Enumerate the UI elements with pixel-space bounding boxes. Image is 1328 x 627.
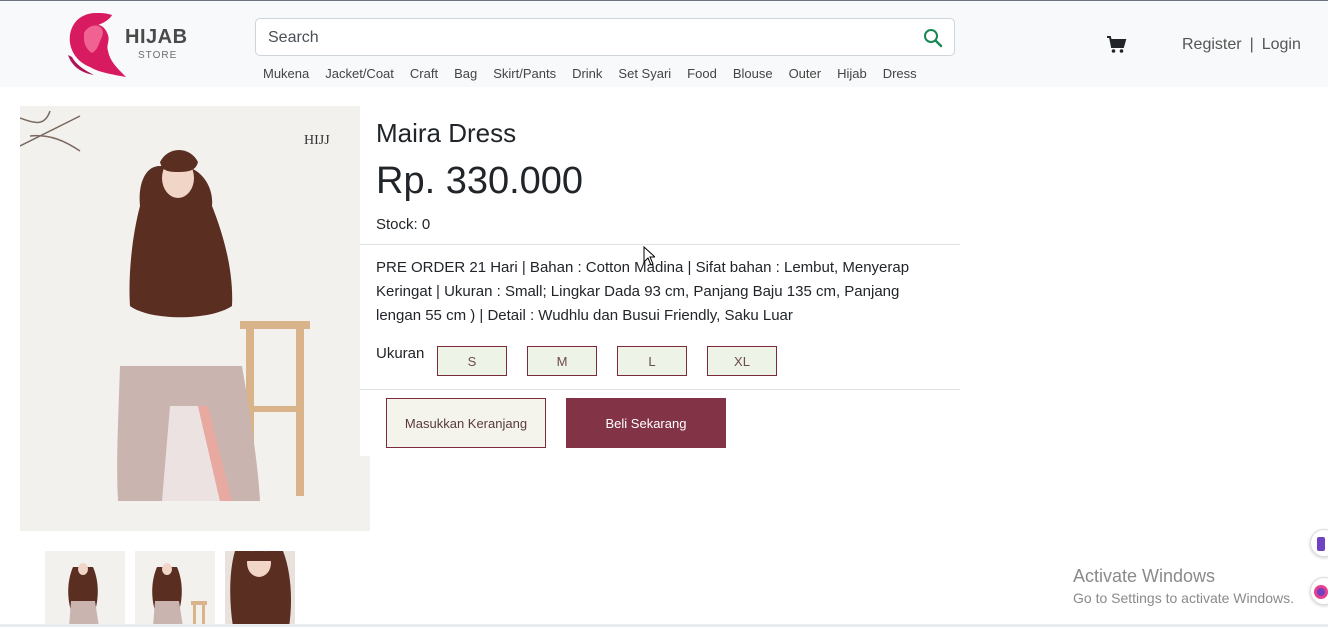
product-photo: HIJJ	[20, 106, 370, 531]
register-link[interactable]: Register	[1182, 36, 1242, 54]
thumbnail-photo-2	[135, 551, 215, 627]
chat-icon	[1314, 585, 1328, 599]
category-link-dress[interactable]: Dress	[883, 66, 917, 81]
product-stock: Stock: 0	[376, 216, 431, 233]
category-link-food[interactable]: Food	[687, 66, 717, 81]
search-icon	[924, 29, 943, 48]
search-input[interactable]	[268, 27, 908, 49]
category-link-mukena[interactable]: Mukena	[263, 66, 309, 81]
site-header: HIJAB STORE Mukena Jacket/Coat Craft Bag…	[0, 1, 1328, 87]
category-link-blouse[interactable]: Blouse	[733, 66, 773, 81]
thumbnail-3[interactable]	[225, 551, 295, 627]
category-nav: Mukena Jacket/Coat Craft Bag Skirt/Pants…	[263, 66, 917, 81]
category-link-jacket-coat[interactable]: Jacket/Coat	[325, 66, 394, 81]
store-logo[interactable]: HIJAB STORE	[66, 11, 196, 79]
size-label: Ukuran	[376, 345, 425, 362]
size-option-s[interactable]: S	[437, 346, 507, 376]
category-link-set-syari[interactable]: Set Syari	[618, 66, 671, 81]
category-link-hijab[interactable]: Hijab	[837, 66, 867, 81]
product-price: Rp. 330.000	[376, 160, 584, 202]
activate-windows-subtitle: Go to Settings to activate Windows.	[1073, 590, 1294, 606]
size-option-l[interactable]: L	[617, 346, 687, 376]
auth-separator: |	[1249, 36, 1254, 53]
logo-text: HIJAB	[125, 26, 188, 48]
image-watermark: HIJJ	[304, 133, 330, 148]
size-options: S M L XL	[437, 346, 777, 376]
thumbnail-2[interactable]	[135, 551, 215, 627]
activate-windows-watermark: Activate Windows Go to Settings to activ…	[1073, 566, 1294, 606]
mouse-cursor-icon	[643, 246, 655, 266]
product-thumbnails	[45, 551, 295, 627]
floating-widget-button[interactable]	[1310, 529, 1328, 557]
widget-icon	[1317, 537, 1325, 551]
floating-chat-button[interactable]	[1310, 577, 1328, 605]
size-option-m[interactable]: M	[527, 346, 597, 376]
thumbnail-1[interactable]	[45, 551, 125, 627]
product-description: PRE ORDER 21 Hari | Bahan : Cotton Madin…	[376, 259, 910, 324]
category-link-bag[interactable]: Bag	[454, 66, 477, 81]
add-to-cart-button[interactable]: Masukkan Keranjang	[386, 398, 546, 448]
category-link-drink[interactable]: Drink	[572, 66, 602, 81]
category-link-skirt-pants[interactable]: Skirt/Pants	[493, 66, 556, 81]
product-main-image: HIJJ	[20, 106, 370, 531]
auth-links: Register | Login	[1182, 36, 1301, 54]
divider	[360, 389, 960, 390]
hijab-woman-logo-icon	[68, 13, 126, 77]
buy-now-button[interactable]: Beli Sekarang	[566, 398, 726, 448]
divider	[360, 244, 960, 245]
size-option-xl[interactable]: XL	[707, 346, 777, 376]
activate-windows-title: Activate Windows	[1073, 566, 1216, 586]
thumbnail-photo-3	[225, 551, 295, 627]
logo-subtext: STORE	[138, 50, 178, 61]
product-title: Maira Dress	[376, 118, 517, 148]
cart-button[interactable]	[1106, 35, 1128, 55]
category-link-craft[interactable]: Craft	[410, 66, 438, 81]
login-link[interactable]: Login	[1262, 36, 1301, 54]
shopping-cart-icon	[1107, 36, 1127, 53]
category-link-outer[interactable]: Outer	[789, 66, 822, 81]
search-bar	[255, 18, 955, 56]
search-button[interactable]	[922, 27, 944, 49]
thumbnail-photo-1	[45, 551, 125, 627]
